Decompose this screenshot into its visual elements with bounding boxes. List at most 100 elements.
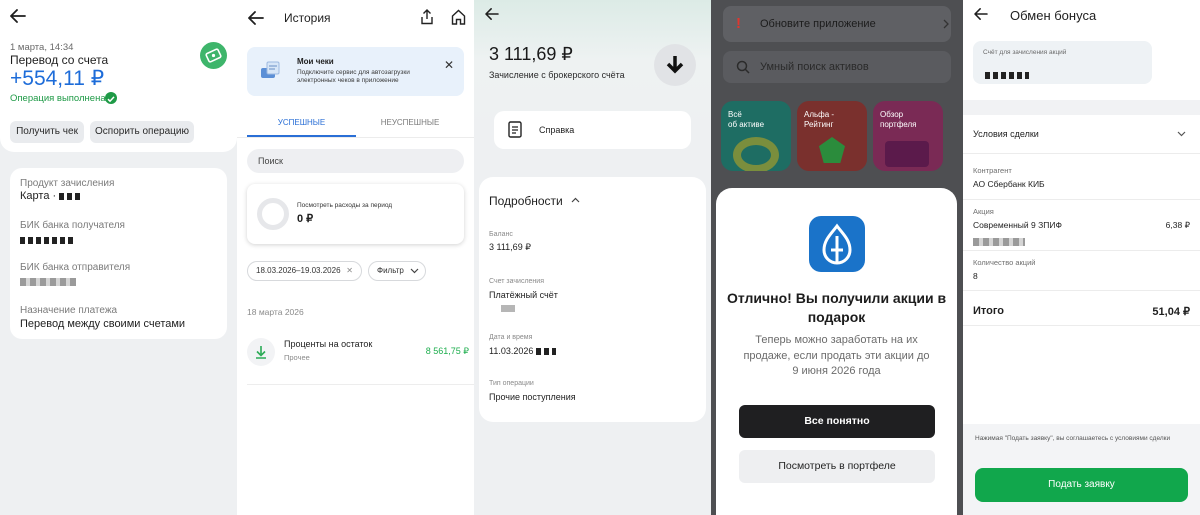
stock-value: Современный 9 ЗПИФ — [973, 220, 1062, 230]
datetime-value: 11.03.2026 — [489, 346, 556, 356]
account-value: Платёжный счёт — [489, 290, 558, 300]
gift-modal: Отлично! Вы получили акции в подарок Теп… — [716, 188, 957, 515]
details-card: Подробности Баланс 3 111,69 ₽ Счет зачис… — [479, 177, 706, 422]
chevron-up-icon[interactable] — [571, 197, 580, 203]
balance-label: Баланс — [489, 231, 513, 238]
transfer-title: Перевод со счета — [10, 53, 109, 67]
qty-label: Количество акций — [973, 258, 1036, 267]
section-separator — [963, 100, 1200, 115]
row-divider — [247, 384, 474, 385]
document-icon — [508, 121, 522, 138]
bonus-ticket-icon — [200, 42, 227, 69]
promo-text: Подключите сервис для автозагрузки элект… — [297, 69, 410, 84]
clear-icon[interactable]: ✕ — [346, 262, 353, 280]
my-receipts-promo[interactable]: Мои чеки Подключите сервис для автозагру… — [247, 47, 464, 96]
share-icon[interactable] — [420, 9, 434, 30]
story-tile-asset[interactable]: Всё об активе — [721, 101, 791, 171]
brokerage-credit-screen: 3 111,69 ₽ Зачисление с брокерского счёт… — [474, 0, 711, 515]
balance-value: 3 111,69 ₽ — [489, 242, 531, 252]
asset-search-input[interactable]: Умный поиск активов — [723, 51, 951, 83]
spending-period-card[interactable]: Посмотреть расходы за период 0 ₽ — [247, 184, 464, 244]
optype-value: Прочие поступления — [489, 392, 576, 402]
account-label: Счет зачисления — [489, 278, 544, 285]
transfer-info-card: Продукт зачисления Карта · БИК банка пол… — [10, 168, 227, 339]
update-app-text: Обновите приложение — [760, 18, 876, 30]
search-placeholder: Поиск — [258, 156, 283, 166]
tab-successful[interactable]: УСПЕШНЫЕ — [247, 118, 356, 127]
ok-button[interactable]: Все понятно — [739, 405, 935, 438]
field-label: БИК банка отправителя — [20, 262, 131, 273]
chevron-down-icon — [410, 268, 419, 274]
redacted-card-number — [59, 192, 84, 200]
briefcase-illustration-icon — [885, 141, 929, 167]
divider — [963, 153, 1200, 154]
search-icon — [736, 60, 750, 74]
view-portfolio-button[interactable]: Посмотреть в портфеле — [739, 450, 935, 483]
field-label: Назначение платежа — [20, 305, 118, 316]
optype-label: Тип операции — [489, 380, 534, 387]
back-arrow-icon[interactable] — [10, 9, 26, 23]
account-selector[interactable]: Счёт для зачисления акций — [973, 41, 1152, 84]
transaction-amount: 8 561,75 ₽ — [425, 346, 469, 356]
get-receipt-button[interactable]: Получить чек — [10, 121, 84, 143]
badge-illustration-icon — [819, 137, 845, 163]
field-value: Карта · — [20, 190, 84, 202]
filter-button[interactable]: Фильтр — [368, 261, 426, 281]
field-value — [20, 234, 76, 246]
certificate-button[interactable]: Справка — [494, 111, 691, 149]
download-arrow-icon — [654, 44, 696, 86]
back-arrow-icon[interactable] — [248, 11, 264, 25]
field-label: БИК банка получателя — [20, 220, 125, 231]
story-tile-portfolio[interactable]: Обзор портфеля — [873, 101, 943, 171]
total-label: Итого — [973, 305, 1005, 317]
back-arrow-icon[interactable] — [974, 8, 990, 22]
home-icon[interactable] — [451, 9, 466, 30]
modal-title: Отлично! Вы получили акции в подарок — [726, 290, 947, 325]
download-circle-icon — [247, 338, 275, 366]
disclaimer-text: Нажимая "Подать заявку", вы соглашаетесь… — [975, 435, 1171, 442]
search-placeholder: Умный поиск активов — [760, 61, 869, 73]
acct-label: Счёт для зачисления акций — [983, 49, 1067, 56]
transfer-amount: +554,11 ₽ — [10, 67, 105, 90]
update-app-banner[interactable]: ! Обновите приложение — [723, 6, 951, 42]
credit-amount: 3 111,69 ₽ — [489, 44, 573, 64]
submit-button[interactable]: Подать заявку — [975, 468, 1188, 502]
close-icon[interactable]: ✕ — [444, 58, 454, 72]
counterparty-label: Контрагент — [973, 166, 1012, 175]
dispute-operation-button[interactable]: Оспорить операцию — [90, 121, 194, 143]
tile-label: Альфа - Рейтинг — [804, 110, 835, 129]
divider — [963, 325, 1200, 326]
redacted-account — [501, 305, 515, 312]
history-screen: История Мои чеки Подключите сервис для а… — [237, 0, 474, 515]
ring-illustration-icon — [733, 137, 779, 171]
section-date: 18 марта 2026 — [247, 307, 304, 317]
story-tile-rating[interactable]: Альфа - Рейтинг — [797, 101, 867, 171]
transfer-detail-screen: 1 марта, 14:34 Перевод со счета +554,11 … — [0, 0, 237, 515]
date-range-text: 18.03.2026–19.03.2026 — [256, 266, 341, 275]
redacted-account — [985, 67, 1029, 85]
counterparty-value: АО Сбербанк КИБ — [973, 179, 1045, 189]
chevron-down-icon[interactable] — [1177, 131, 1186, 137]
field-label: Продукт зачисления — [20, 178, 115, 189]
stock-label: Акция — [973, 207, 994, 216]
tile-label: Обзор портфеля — [880, 110, 917, 129]
deal-terms-header[interactable]: Условия сделки — [973, 129, 1039, 139]
redacted-bik — [20, 236, 76, 244]
transaction-title[interactable]: Проценты на остаток — [284, 339, 372, 349]
status-text: Операция выполнена — [10, 93, 106, 104]
back-arrow-icon[interactable] — [485, 8, 501, 22]
certificate-label: Справка — [539, 125, 575, 135]
spend-label: Посмотреть расходы за период — [297, 202, 393, 209]
details-title[interactable]: Подробности — [489, 194, 563, 208]
tab-unsuccessful[interactable]: НЕУСПЕШНЫЕ — [356, 118, 464, 127]
spend-value: 0 ₽ — [297, 213, 314, 225]
page-title: История — [284, 11, 331, 25]
date-range-chip[interactable]: 18.03.2026–19.03.2026 ✕ — [247, 261, 362, 281]
search-input[interactable]: Поиск — [247, 149, 464, 173]
field-value — [20, 276, 76, 288]
tabs-divider — [237, 137, 474, 138]
redacted-bik — [20, 278, 76, 287]
qty-value: 8 — [973, 271, 978, 281]
total-value: 51,04 ₽ — [1152, 306, 1190, 318]
filter-label: Фильтр — [377, 266, 404, 275]
